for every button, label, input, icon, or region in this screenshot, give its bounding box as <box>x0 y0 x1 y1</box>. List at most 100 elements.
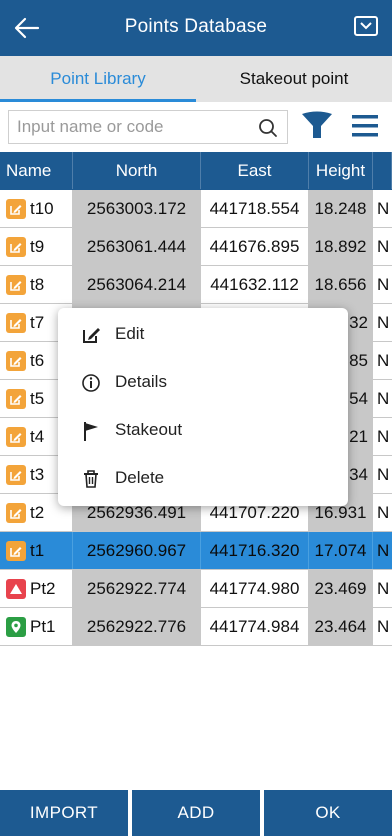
flag-icon <box>84 422 98 441</box>
list-menu-icon[interactable] <box>350 112 380 140</box>
point-name: t10 <box>30 199 54 218</box>
extra-cell: N <box>377 237 390 256</box>
east-cell: 441676.895 <box>201 228 309 265</box>
edit-icon <box>83 328 100 343</box>
edit-icon[interactable] <box>6 464 26 485</box>
menu-item-label: Stakeout <box>115 420 183 439</box>
import-button[interactable]: IMPORT <box>0 790 128 836</box>
menu-item-label: Details <box>115 372 167 391</box>
north-cell: 2563003.172 <box>73 190 201 227</box>
north-cell: 2562922.774 <box>73 570 201 607</box>
height-cell: 23.469 <box>309 570 373 607</box>
column-header-east[interactable]: East <box>201 152 309 189</box>
add-button[interactable]: ADD <box>132 790 260 836</box>
search-box <box>8 110 288 144</box>
column-header-north[interactable]: North <box>73 152 201 189</box>
point-name: t4 <box>30 427 45 446</box>
edit-icon[interactable] <box>6 312 26 333</box>
column-header-height[interactable]: Height <box>309 152 373 189</box>
name-cell: t1 <box>0 532 73 569</box>
footer-bar: IMPORT ADD OK <box>0 790 392 836</box>
tab-bar: Point Library Stakeout point <box>0 56 392 102</box>
chevron-down-icon <box>360 22 372 30</box>
ok-button[interactable]: OK <box>264 790 392 836</box>
table-row[interactable]: t8 2563064.214 441632.112 18.656 N <box>0 266 392 304</box>
point-name: t2 <box>30 503 45 522</box>
edit-icon[interactable] <box>6 274 26 295</box>
dropdown-menu-button[interactable] <box>354 16 378 36</box>
edit-icon[interactable] <box>6 350 26 371</box>
table-row[interactable]: t9 2563061.444 441676.895 18.892 N <box>0 228 392 266</box>
name-cell: Pt2 <box>0 570 73 607</box>
name-cell: t10 <box>0 190 73 227</box>
north-cell: 2562960.967 <box>73 532 201 569</box>
north-cell: 2562922.776 <box>73 608 201 645</box>
menu-item-details[interactable]: Details <box>58 360 348 404</box>
name-cell: Pt1 <box>0 608 73 645</box>
name-cell: t8 <box>0 266 73 303</box>
point-name: Pt1 <box>30 617 56 636</box>
menu-item-stakeout[interactable]: Stakeout <box>58 408 348 452</box>
location-pin-icon[interactable] <box>6 616 26 637</box>
extra-cell: N <box>377 541 390 560</box>
search-icon[interactable] <box>257 117 279 139</box>
height-cell: 17.074 <box>309 532 373 569</box>
tab-stakeout-point[interactable]: Stakeout point <box>196 56 392 102</box>
point-name: t8 <box>30 275 45 294</box>
extra-cell: N <box>377 465 390 484</box>
height-cell: 18.656 <box>309 266 373 303</box>
extra-cell: N <box>377 503 390 522</box>
point-name: t9 <box>30 237 45 256</box>
edit-icon[interactable] <box>6 540 26 561</box>
point-name: t5 <box>30 389 45 408</box>
tab-point-library[interactable]: Point Library <box>0 56 196 102</box>
height-cell: 23.464 <box>309 608 373 645</box>
east-cell: 441632.112 <box>201 266 309 303</box>
app-bar: Points Database <box>0 0 392 56</box>
point-name: t3 <box>30 465 45 484</box>
height-cell: 18.892 <box>309 228 373 265</box>
search-input[interactable] <box>9 111 257 143</box>
edit-icon[interactable] <box>6 198 26 219</box>
extra-cell: N <box>377 389 390 408</box>
extra-cell: N <box>377 275 390 294</box>
point-name: t1 <box>30 541 45 560</box>
context-menu: Edit Details Stakeout Delete <box>58 308 348 506</box>
north-cell: 2563064.214 <box>73 266 201 303</box>
extra-cell: N <box>377 351 390 370</box>
point-name: Pt2 <box>30 579 56 598</box>
point-name: t7 <box>30 313 45 332</box>
table-header: Name North East Height <box>0 152 392 190</box>
table-row[interactable]: Pt2 2562922.774 441774.980 23.469 N <box>0 570 392 608</box>
edit-icon[interactable] <box>6 502 26 523</box>
east-cell: 441774.980 <box>201 570 309 607</box>
height-cell: 18.248 <box>309 190 373 227</box>
extra-cell: N <box>377 617 390 636</box>
menu-item-label: Edit <box>115 324 145 343</box>
table-row[interactable]: t1 2562960.967 441716.320 17.074 N <box>0 532 392 570</box>
east-cell: 441718.554 <box>201 190 309 227</box>
extra-cell: N <box>377 579 390 598</box>
edit-icon[interactable] <box>6 388 26 409</box>
column-header-name[interactable]: Name <box>0 152 73 189</box>
north-cell: 2563061.444 <box>73 228 201 265</box>
edit-icon[interactable] <box>6 236 26 257</box>
filter-icon[interactable] <box>300 110 334 142</box>
details-icon <box>82 374 100 392</box>
trash-icon <box>84 470 98 488</box>
point-name: t6 <box>30 351 45 370</box>
column-header-extra <box>373 152 392 189</box>
extra-cell: N <box>377 199 390 218</box>
table-row[interactable]: Pt1 2562922.776 441774.984 23.464 N <box>0 608 392 646</box>
menu-item-delete[interactable]: Delete <box>58 456 348 500</box>
table-row[interactable]: t10 2563003.172 441718.554 18.248 N <box>0 190 392 228</box>
menu-item-label: Delete <box>115 468 165 487</box>
extra-cell: N <box>377 313 390 332</box>
edit-icon[interactable] <box>6 426 26 447</box>
stakeout-icon[interactable] <box>6 578 26 599</box>
name-cell: t9 <box>0 228 73 265</box>
east-cell: 441716.320 <box>201 532 309 569</box>
menu-item-edit[interactable]: Edit <box>58 312 348 356</box>
extra-cell: N <box>377 427 390 446</box>
page-title: Points Database <box>124 16 268 37</box>
